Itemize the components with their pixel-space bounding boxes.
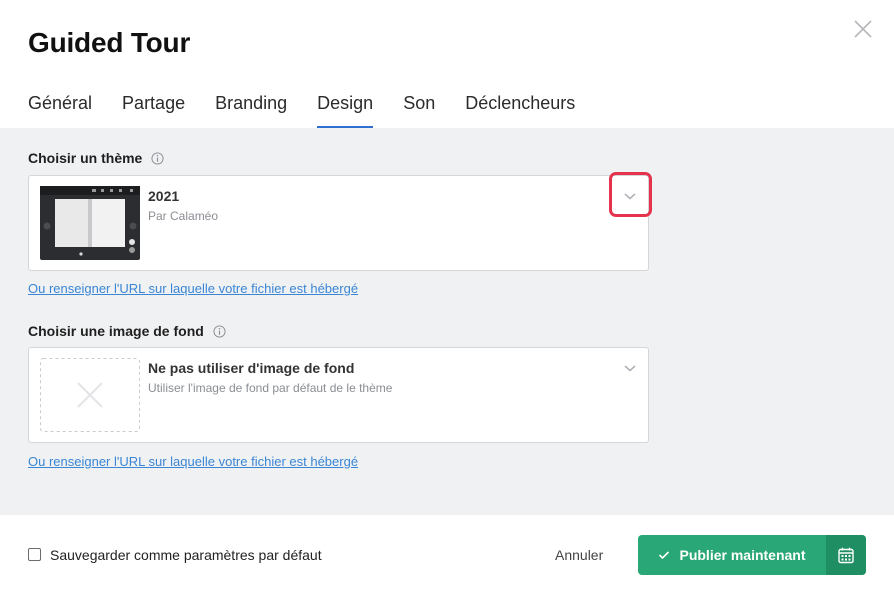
publish-now-label: Publier maintenant [679,547,806,563]
save-default-checkbox[interactable] [28,548,41,561]
theme-url-link[interactable]: Ou renseigner l'URL sur laquelle votre f… [28,281,358,296]
theme-select[interactable]: 2021 Par Calaméo [28,175,649,271]
tab-declencheurs[interactable]: Déclencheurs [465,88,575,128]
tab-design[interactable]: Design [317,88,374,129]
theme-label-text: Choisir un thème [28,150,143,166]
theme-selected-subtitle: Par Calaméo [148,209,219,223]
tab-son[interactable]: Son [403,88,435,128]
tab-bar: Général Partage Branding Design Son Décl… [28,88,605,129]
dialog-footer: Sauvegarder comme paramètres par défaut … [0,515,894,597]
close-button[interactable] [851,17,875,41]
tab-partage[interactable]: Partage [122,88,185,128]
cancel-button[interactable]: Annuler [555,547,603,563]
background-section-label: Choisir une image de fond [28,323,226,339]
calendar-icon [838,547,854,563]
dialog-header: Guided Tour Général Partage Branding Des… [0,0,894,129]
save-default-label[interactable]: Sauvegarder comme paramètres par défaut [50,547,322,563]
dropdown-highlight [609,172,652,217]
check-icon [659,551,670,560]
chevron-down-icon[interactable] [623,363,637,373]
background-selected-title: Ne pas utiliser d'image de fond [148,360,355,376]
publish-button-group: Publier maintenant [638,535,866,575]
theme-thumbnail [40,186,140,260]
background-select[interactable]: Ne pas utiliser d'image de fond Utiliser… [28,347,649,443]
dialog-title: Guided Tour [28,27,191,58]
background-selected-subtitle: Utiliser l'image de fond par défaut de l… [148,381,393,395]
theme-selected-title: 2021 [148,188,180,204]
tab-branding[interactable]: Branding [215,88,287,128]
schedule-button[interactable] [826,535,866,575]
tab-general[interactable]: Général [28,88,92,128]
background-label-text: Choisir une image de fond [28,323,204,339]
background-url-link[interactable]: Ou renseigner l'URL sur laquelle votre f… [28,454,358,469]
no-image-placeholder [40,358,140,432]
theme-section-label: Choisir un thème [28,150,164,166]
close-icon [854,20,872,38]
info-icon[interactable] [151,151,164,165]
info-icon[interactable] [213,324,226,338]
publish-now-button[interactable]: Publier maintenant [638,535,826,575]
